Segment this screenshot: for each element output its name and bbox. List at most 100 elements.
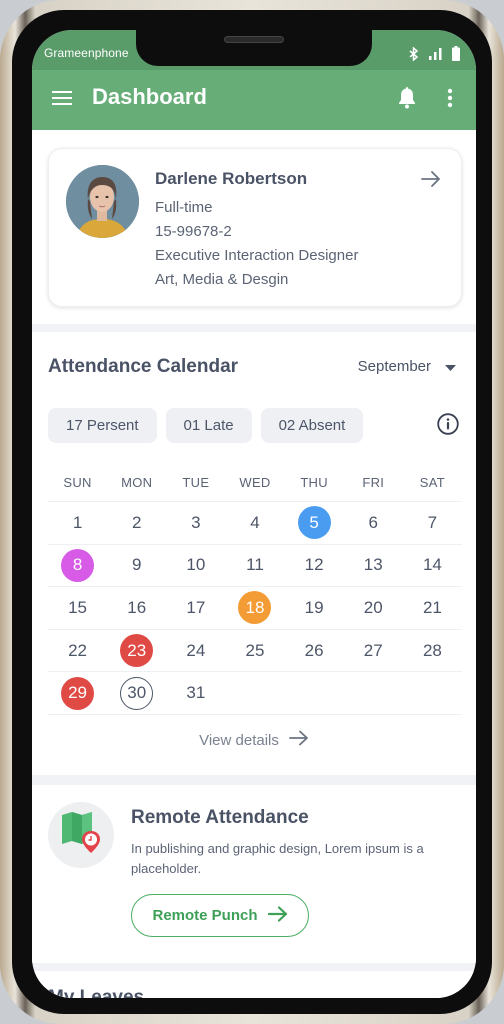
- calendar-day[interactable]: 28: [403, 634, 462, 667]
- employment-type: Full-time: [155, 199, 213, 216]
- info-button[interactable]: [436, 412, 460, 440]
- weekday-label: WED: [239, 475, 271, 490]
- menu-icon: [52, 90, 72, 110]
- calendar-day[interactable]: 9: [107, 549, 166, 582]
- calendar-day[interactable]: 8: [48, 548, 107, 582]
- signal-icon: [429, 47, 442, 60]
- remote-attendance-title: Remote Attendance: [131, 807, 309, 828]
- calendar-day-number: 27: [363, 640, 383, 660]
- calendar-day[interactable]: 3: [166, 506, 225, 539]
- calendar-day-number: 23: [120, 634, 154, 668]
- calendar-day[interactable]: 7: [403, 506, 462, 539]
- calendar-day[interactable]: 6: [344, 506, 403, 539]
- app-bar: Dashboard: [32, 70, 476, 130]
- weekday-label: FRI: [362, 475, 385, 490]
- calendar-week-row: 8 9 10 11 12 13 14: [48, 545, 462, 588]
- employee-id: 15-99678-2: [155, 223, 232, 240]
- calendar-day-number: 11: [246, 555, 264, 575]
- calendar-day[interactable]: 10: [166, 549, 225, 582]
- calendar-day[interactable]: 27: [344, 634, 403, 667]
- notch: [136, 30, 372, 66]
- calendar-day[interactable]: 4: [225, 506, 284, 539]
- weekday-label: SAT: [419, 475, 446, 490]
- section-title: Attendance Calendar: [48, 356, 239, 377]
- calendar-day-number: 6: [368, 512, 378, 532]
- calendar-day-number: 3: [191, 512, 201, 532]
- calendar-empty-cell: [403, 677, 462, 710]
- weekday-label: SUN: [63, 475, 92, 490]
- remote-attendance-illustration: [48, 802, 114, 868]
- calendar-day[interactable]: 1: [48, 506, 107, 539]
- calendar-day-number: 30: [120, 676, 154, 710]
- calendar-day[interactable]: 21: [403, 591, 462, 624]
- profile-card[interactable]: Darlene Robertson Full-time 15-99678-2 E…: [48, 148, 462, 307]
- calendar-day-number: 21: [422, 597, 442, 617]
- calendar-day-number: [238, 677, 271, 710]
- calendar-day-number: 8: [61, 548, 95, 582]
- calendar-empty-cell: [225, 677, 284, 710]
- calendar-week-row: 22 23 24 25 26 27 28: [48, 630, 462, 673]
- calendar-day[interactable]: 19: [285, 591, 344, 624]
- remote-attendance-description: In publishing and graphic design, Lorem …: [131, 841, 424, 876]
- calendar-day-number: 28: [422, 640, 442, 660]
- arrow-right-icon: [267, 905, 288, 926]
- department: Art, Media & Desgin: [155, 271, 289, 288]
- arrow-right-icon: [288, 730, 309, 750]
- weekday-label: TUE: [182, 475, 210, 490]
- calendar-day-number: 25: [245, 640, 265, 660]
- attendance-summary-chip[interactable]: 01 Late: [165, 408, 252, 443]
- more-options-button[interactable]: [440, 87, 460, 113]
- calendar-day[interactable]: 13: [344, 549, 403, 582]
- calendar-week-row: 29 30 31: [48, 672, 462, 715]
- calendar-day[interactable]: 2: [107, 506, 166, 539]
- calendar-day-number: 14: [422, 555, 442, 575]
- view-details-label: View details: [199, 731, 279, 749]
- my-leaves-title: My Leaves: [48, 987, 145, 998]
- profile-open-button[interactable]: [419, 169, 443, 193]
- calendar-day[interactable]: 17: [166, 591, 225, 624]
- calendar-day-number: 18: [238, 591, 272, 625]
- attendance-summary-chip[interactable]: 02 Absent: [260, 408, 364, 443]
- more-vertical-icon: [447, 88, 453, 113]
- view-details-link[interactable]: View details: [32, 730, 476, 750]
- avatar: [66, 165, 139, 238]
- calendar-day-number: 9: [131, 555, 142, 575]
- calendar-day[interactable]: 11: [225, 549, 284, 582]
- menu-button[interactable]: [50, 88, 74, 112]
- calendar-day-number: 10: [186, 555, 206, 575]
- calendar-day[interactable]: 30: [107, 676, 166, 710]
- month-dropdown[interactable]: September: [358, 358, 456, 375]
- calendar-day-number: 12: [304, 555, 324, 575]
- calendar-day[interactable]: 15: [48, 591, 107, 624]
- screen: Grameenphone Dashboard Darlene Robertson…: [32, 30, 476, 998]
- calendar-day[interactable]: 12: [285, 549, 344, 582]
- calendar-day-number: 2: [131, 512, 142, 532]
- arrow-right-icon: [421, 170, 441, 193]
- remote-punch-button[interactable]: Remote Punch: [131, 894, 309, 937]
- calendar-day-number: 1: [72, 512, 83, 532]
- calendar-day[interactable]: 18: [225, 591, 284, 625]
- calendar-day-number: 26: [304, 640, 324, 660]
- calendar-day[interactable]: 26: [285, 634, 344, 667]
- calendar-day[interactable]: 5: [285, 506, 344, 540]
- calendar-day-number: 4: [250, 512, 260, 532]
- carrier-name: Grameenphone: [44, 46, 129, 60]
- calendar-day[interactable]: 31: [166, 677, 225, 710]
- calendar-day[interactable]: 29: [48, 676, 107, 710]
- profile-section: Darlene Robertson Full-time 15-99678-2 E…: [32, 130, 476, 324]
- calendar-day[interactable]: 23: [107, 634, 166, 668]
- map-location-icon: [58, 811, 104, 860]
- page-title: Dashboard: [92, 84, 207, 109]
- calendar-day[interactable]: 25: [225, 634, 284, 667]
- attendance-summary-chip[interactable]: 17 Persent: [48, 408, 157, 443]
- weekday-header: SUN MON TUE WED THU FRI SAT: [48, 464, 462, 502]
- calendar-day[interactable]: 24: [166, 634, 225, 667]
- calendar-day[interactable]: 14: [403, 549, 462, 582]
- calendar-day-number: 15: [68, 597, 88, 617]
- info-icon: [437, 412, 459, 440]
- battery-icon: [452, 46, 460, 61]
- calendar-day[interactable]: 16: [107, 591, 166, 624]
- calendar-day[interactable]: 22: [48, 634, 107, 667]
- calendar-day[interactable]: 20: [344, 591, 403, 624]
- notifications-button[interactable]: [394, 86, 420, 113]
